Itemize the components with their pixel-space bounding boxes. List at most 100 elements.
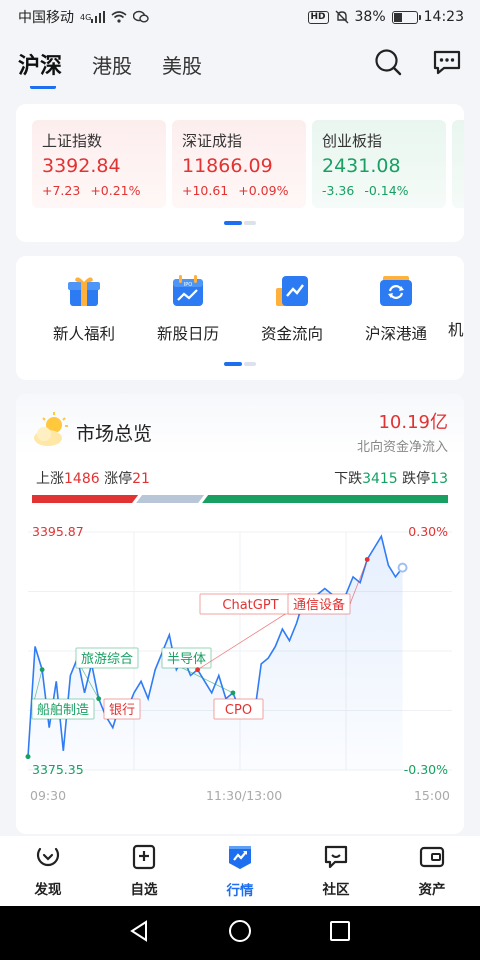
index-card-shanghai[interactable]: 上证指数 3392.84 +7.23 +0.21% [32,120,166,208]
index-value: 3392.84 [42,155,121,177]
nav-watchlist[interactable]: 自选 [104,844,184,898]
svg-text:IPO: IPO [184,282,192,288]
shortcut-label: 机构 [448,321,464,339]
assets-icon [419,844,445,874]
index-card-next-peek[interactable] [452,120,464,208]
nav-assets[interactable]: 资产 [392,844,472,898]
annotation-tag-gain: CPO [225,703,252,718]
annotation-dot [195,667,201,673]
y-max-label: 3395.87 [32,524,84,539]
limit-up-label: 涨停 [104,471,133,487]
index-change: +7.23 [42,183,81,198]
shortcut-label: 新股日历 [156,325,219,343]
ratio-bar-flat [136,495,205,503]
index-card-shenzhen[interactable]: 深证成指 11866.09 +10.61 +0.09% [172,120,306,208]
index-name: 创业板指 [322,132,383,150]
index-card-chinext[interactable]: 创业板指 2431.08 -3.36 -0.14% [312,120,446,208]
annotation-dot [230,690,236,696]
nav-discover[interactable]: 发现 [8,844,88,898]
market-overview-title: 市场总览 [76,422,153,445]
open-dot [25,754,31,760]
market-tabs: 沪深 港股 美股 [18,48,202,89]
advance-decline-ratio-bar [32,495,448,503]
nav-label: 自选 [130,882,158,898]
nav-market[interactable]: 行情 [200,843,280,899]
decline-count: 3415 [362,471,398,487]
shortcut-stock-connect[interactable]: 沪深港通 [344,274,448,344]
intraday-chart[interactable]: 船舶制造 旅游综合 银行 半导体 ChatGPT CPO 通信设备 3395.87 0.30… [16,514,464,814]
northbound-net-inflow-label: 北向资金净流入 [356,440,448,455]
connect-icon [379,274,413,312]
market-overview-card[interactable]: 市场总览 10.19亿 北向资金净流入 上涨1486 涨停21 下跌3415 跌… [16,394,464,834]
shortcut-pager [224,362,256,366]
market-icon [226,843,254,875]
search-icon[interactable] [374,48,402,80]
x-tick-midday: 11:30/13:00 [206,788,283,803]
battery-percent: 38% [354,9,386,25]
ipo-calendar-icon: IPO [171,274,205,312]
shortcut-carousel[interactable]: 新人福利 IPO 新股日历 资金流向 沪深港通 机构 [16,256,464,380]
annotation-tag-loss: 半导体 [167,652,206,667]
annotation-tag-gain: 通信设备 [293,597,345,613]
bottom-nav: 发现 自选 行情 社区 资产 [0,836,480,906]
tab-hk-stocks[interactable]: 港股 [92,50,132,79]
index-change: -3.36 [322,183,355,198]
recents-icon[interactable] [329,920,351,946]
index-pager [224,221,256,225]
annotation-tag-loss: 船舶制造 [37,702,89,718]
market-overview-header: 市场总览 10.19亿 北向资金净流入 [16,394,464,456]
nav-label: 社区 [322,882,350,898]
annotation-dot [364,557,370,562]
shortcut-institution[interactable]: 机构 [448,274,464,344]
advance-label: 上涨 [36,471,64,487]
annotation-dot [39,667,45,673]
hd-icon: HD [307,10,329,24]
advance-count: 1486 [64,471,100,487]
shortcut-label: 资金流向 [260,325,323,343]
index-change: +10.61 [182,183,229,198]
northbound-net-inflow-value: 10.19亿 [378,412,448,433]
battery-icon [391,10,421,24]
message-icon[interactable] [432,48,462,80]
shortcut-fund-flow[interactable]: 资金流向 [240,274,344,344]
shortcut-ipo-calendar[interactable]: IPO 新股日历 [136,274,240,344]
annotation-tag-gain: 银行 [109,703,135,718]
mute-bell-icon [335,10,349,24]
index-change-pct: +0.21% [90,183,141,198]
index-change-pct: +0.09% [238,183,289,198]
index-carousel[interactable]: 上证指数 3392.84 +7.23 +0.21% 深证成指 11866.09 +… [16,104,464,242]
wechat-icon [133,10,149,24]
status-bar: 中国移动 4G HD 38% 14:23 [0,0,480,34]
discover-icon [35,844,61,874]
pct-min-label: -0.30% [403,762,448,777]
top-header: 沪深 港股 美股 [0,34,480,94]
pct-max-label: 0.30% [408,524,448,539]
community-icon [323,844,349,874]
tab-a-shares[interactable]: 沪深 [18,48,62,89]
index-value: 11866.09 [182,155,273,177]
home-icon[interactable] [228,919,252,947]
system-navigation-bar [0,906,480,960]
index-change-pct: -0.14% [364,183,409,198]
network-type: 4G [80,12,92,22]
watchlist-icon [131,844,157,874]
back-icon[interactable] [129,920,151,946]
ratio-bar-down [202,495,448,503]
signal-icon: 4G [80,11,106,23]
nav-label: 发现 [34,882,62,898]
y-min-label: 3375.35 [32,762,84,777]
wifi-icon [111,11,127,23]
nav-label: 行情 [226,883,254,899]
nav-community[interactable]: 社区 [296,844,376,898]
tab-us-stocks[interactable]: 美股 [162,50,202,79]
nav-label: 资产 [418,882,446,898]
shortcut-newbie-benefits[interactable]: 新人福利 [32,274,136,344]
shortcut-label: 沪深港通 [364,325,427,343]
fund-flow-icon [275,274,309,312]
index-value: 2431.08 [322,155,401,177]
last-price-dot [397,562,408,573]
index-name: 上证指数 [42,132,103,150]
annotation-dot [96,696,102,702]
decline-label: 下跌 [334,471,363,487]
limit-up-count: 21 [132,471,150,487]
